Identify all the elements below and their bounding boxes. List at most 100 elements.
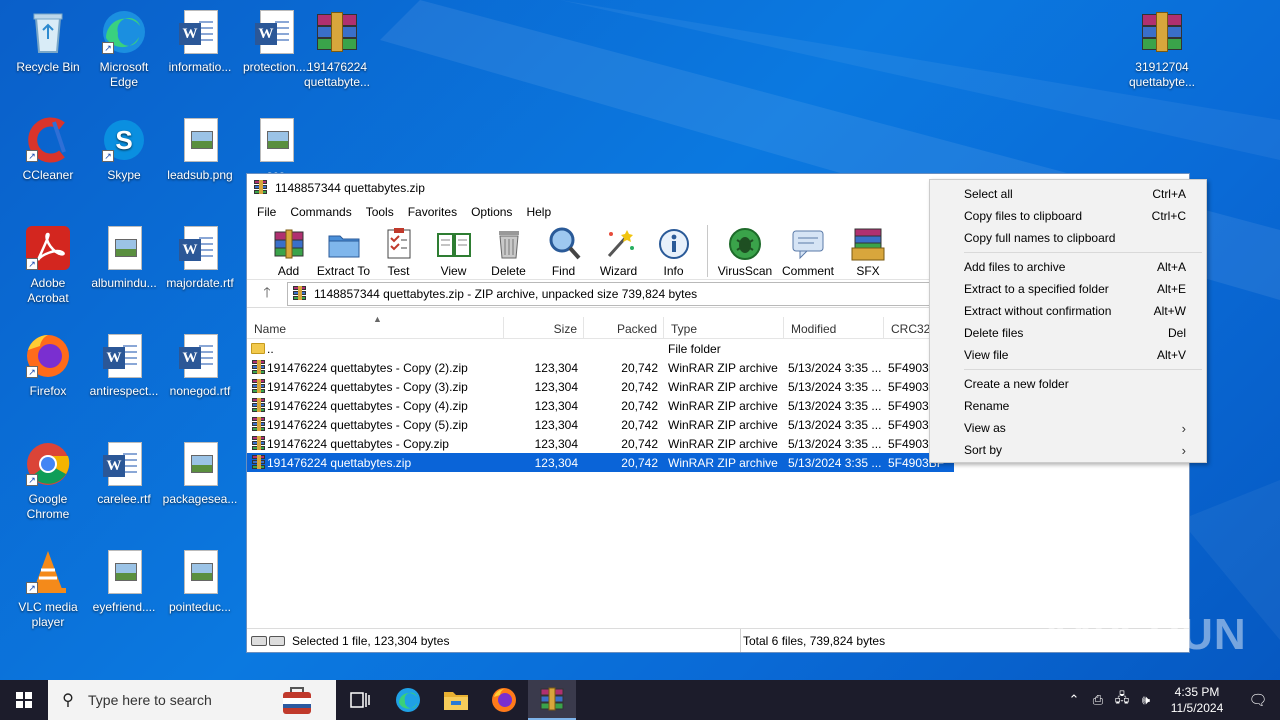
clock[interactable]: 4:35 PM 11/5/2024 [1158,684,1236,716]
address-text: 1148857344 quettabytes.zip - ZIP archive… [314,286,698,301]
add-button[interactable]: Add [261,223,316,278]
desktop-icon[interactable]: Wmajordate.rtf [162,224,238,291]
menu-file[interactable]: File [250,205,283,219]
menu-item-shortcut: Ctrl+A [1152,187,1186,201]
desktop-icon-label: carelee.rtf [97,492,151,506]
word-document-icon: W [100,332,148,380]
desktop-icon[interactable]: Winformatio... [162,8,238,75]
cell-size: 123,304 [534,398,578,413]
menu-item-view-as[interactable]: View as › [930,417,1206,439]
col-size[interactable]: Size [504,317,584,338]
col-packed[interactable]: Packed [584,317,664,338]
table-row[interactable]: 191476224 quettabytes.zip 123,304 20,742 Wi… [247,453,954,472]
desktop-icon[interactable]: ↗ Firefox [10,332,86,399]
delete-button[interactable]: Delete [481,223,536,278]
menu-item-sort-by[interactable]: Sort by › [930,439,1206,461]
desktop-icon[interactable]: Wantirespect... [86,332,162,399]
wizard-button[interactable]: Wizard [591,223,646,278]
taskbar-edge[interactable] [384,680,432,720]
menu-item-extract-to-a-specified-folder[interactable]: Extract to a specified folder Alt+E [930,278,1206,300]
desktop-icon[interactable]: 191476224 quettabyte... [299,8,375,90]
bug-scan-icon [727,226,763,262]
menu-item-copy-full-names-to-clipboard[interactable]: Copy full names to clipboard [930,227,1206,249]
word-document-icon: W [176,224,224,272]
cell-type: WinRAR ZIP archive [668,398,778,413]
up-folder-icon[interactable]: 🡑 [247,282,287,306]
network-icon[interactable]: 🖧 [1110,689,1134,711]
find-button[interactable]: Find [536,223,591,278]
menu-item-view-file[interactable]: View file Alt+V [930,344,1206,366]
col-modified[interactable]: Modified [784,317,884,338]
desktop-icon[interactable]: albumindu... [86,224,162,291]
desktop-icon[interactable]: Recycle Bin [10,8,86,75]
menu-options[interactable]: Options [464,205,519,219]
cell-modified: 5/13/2024 3:35 ... [788,436,882,451]
search-box[interactable]: ⚲ Type here to search [48,680,336,720]
book-icon [436,226,472,262]
desktop-icon[interactable]: ↗ Google Chrome [10,440,86,522]
desktop-icon[interactable]: ↗ CCleaner [10,116,86,183]
desktop-icon[interactable]: ↗ Adobe Acrobat [10,224,86,306]
sfx-button[interactable]: SFX [840,223,896,278]
shortcut-arrow-icon: ↗ [26,258,38,270]
comment-button[interactable]: Comment [776,223,840,278]
taskbar-winrar[interactable] [528,680,576,720]
desktop-icon[interactable]: eyefriend.... [86,548,162,615]
desktop-icon[interactable]: ↗ Microsoft Edge [86,8,162,90]
desktop-icon[interactable]: Wcarelee.rtf [86,440,162,507]
file-name: 191476224 quettabytes - Copy (4).zip [267,399,468,413]
file-name: 191476224 quettabytes.zip [267,456,412,470]
cell-type: WinRAR ZIP archive [668,417,778,432]
test-button[interactable]: Test [371,223,426,278]
start-button[interactable] [0,680,48,720]
tray-overflow-chevron-icon[interactable]: ⌃ [1062,692,1086,708]
comment-icon [790,226,826,262]
view-button[interactable]: View [426,223,481,278]
desktop-icon[interactable]: packagesea... [162,440,238,507]
desktop-icon[interactable]: leadsub.png [162,116,238,183]
menu-favorites[interactable]: Favorites [401,205,464,219]
task-view-button[interactable] [336,680,384,720]
menu-item-shortcut: Alt+E [1156,282,1186,296]
rar-archive-icon [251,417,265,431]
menu-item-label: View file [964,348,1009,362]
desktop-icon[interactable]: 31912704 quettabyte... [1124,8,1200,90]
virusscan-button[interactable]: VirusScan [714,223,776,278]
menu-item-shortcut: Alt+W [1153,304,1186,318]
menu-item-copy-files-to-clipboard[interactable]: Copy files to clipboard Ctrl+C [930,205,1206,227]
menu-commands[interactable]: Commands [283,205,358,219]
clock-date: 11/5/2024 [1170,701,1224,715]
menu-item-delete-files[interactable]: Delete files Del [930,322,1206,344]
status-selection: Selected 1 file, 123,304 bytes [247,629,741,652]
extract-to-button[interactable]: Extract To [316,223,371,278]
col-type[interactable]: Type [664,317,784,338]
taskbar-firefox[interactable] [480,680,528,720]
taskbar-file-explorer[interactable] [432,680,480,720]
firefox-icon: ↗ [24,332,72,380]
cell-type: WinRAR ZIP archive [668,455,778,470]
desktop-icon[interactable]: Wnonegod.rtf [162,332,238,399]
menu-item-add-files-to-archive[interactable]: Add files to archive Alt+A [930,256,1206,278]
desktop-icon[interactable]: pointeduc... [162,548,238,615]
menu-help[interactable]: Help [519,205,558,219]
menu-item-create-a-new-folder[interactable]: Create a new folder [930,373,1206,395]
recycle-bin-icon [24,8,72,56]
desktop-icon-label: informatio... [168,60,232,74]
firefox-icon [492,688,516,712]
desktop-icon[interactable]: ↗ VLC media player [10,548,86,630]
notification-icon[interactable]: 🗨 [1236,691,1280,709]
menu-item-label: Extract to a specified folder [964,282,1109,296]
tray-device-icon[interactable]: ⎙ [1086,692,1110,708]
menu-item-rename[interactable]: Rename [930,395,1206,417]
menu-item-extract-without-confirmation[interactable]: Extract without confirmation Alt+W [930,300,1206,322]
desktop-icon[interactable]: S ↗ Skype [86,116,162,183]
menu-item-select-all[interactable]: Select all Ctrl+A [930,183,1206,205]
shortcut-arrow-icon: ↗ [26,150,38,162]
menu-tools[interactable]: Tools [359,205,401,219]
volume-icon[interactable]: 🕪 [1134,692,1158,708]
sfx-box-icon [850,226,886,262]
search-icon: ⚲ [62,692,74,709]
info-button[interactable]: Info [646,223,701,278]
desktop-icon-label: CCleaner [22,168,74,182]
desktop-icon-label: Firefox [29,384,67,398]
